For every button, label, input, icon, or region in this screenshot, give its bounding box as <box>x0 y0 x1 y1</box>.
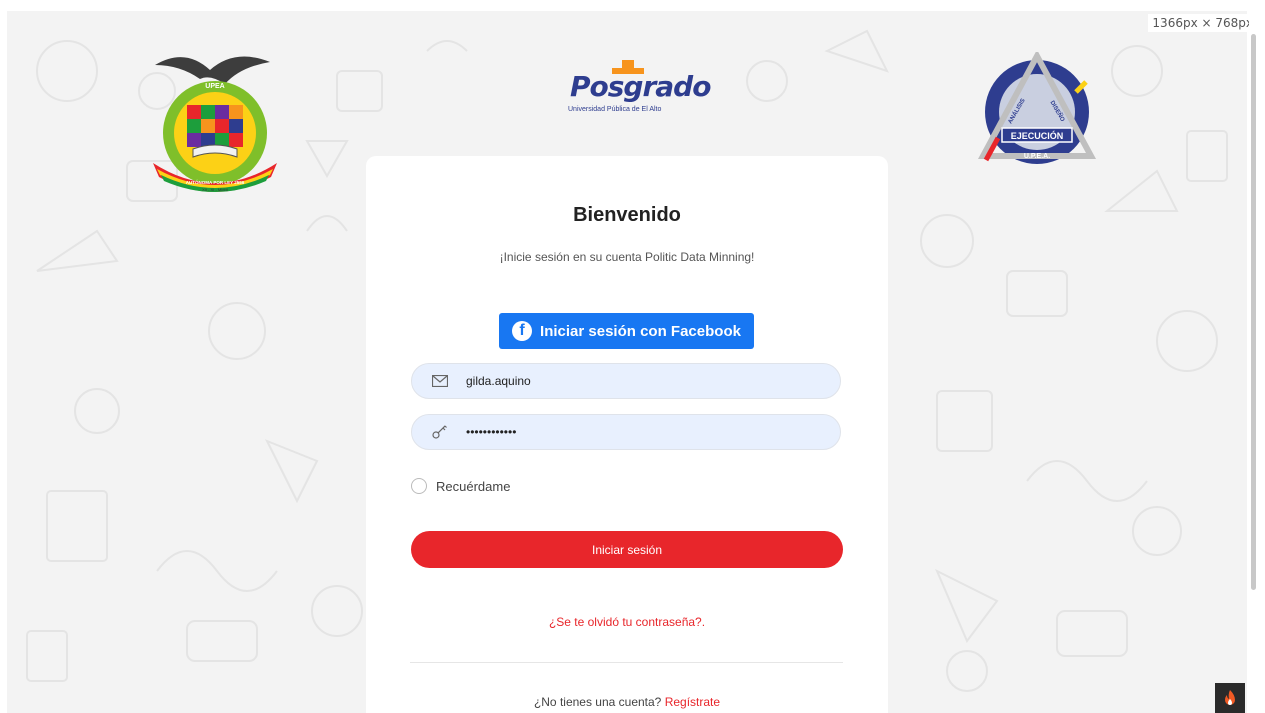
envelope-icon <box>432 375 452 387</box>
password-field[interactable] <box>411 414 841 450</box>
fire-icon <box>1225 690 1235 705</box>
remember-me-label: Recuérdame <box>436 478 511 494</box>
upea-logo-date: XII - XI - MMIII <box>202 187 228 192</box>
upea-logo-ribbon: AUTÓNOMA POR LEY 2556 <box>186 178 245 185</box>
page-title: Bienvenido <box>573 204 681 226</box>
remember-me[interactable]: Recuérdame <box>411 478 510 494</box>
register-link[interactable]: Regístrate <box>665 695 720 709</box>
facebook-icon: f <box>512 321 533 341</box>
remember-me-radio[interactable] <box>411 478 427 494</box>
register-prompt: ¿No tienes una cuenta? Regístrate <box>366 695 888 709</box>
sistemas-bottom: U.P.E.A. <box>1024 153 1050 160</box>
fire-icon-button[interactable] <box>1215 683 1245 713</box>
upea-logo-top: UPEA <box>205 83 224 90</box>
login-button[interactable]: Iniciar sesión <box>411 531 843 568</box>
key-icon <box>432 425 452 439</box>
username-input[interactable] <box>466 374 796 388</box>
posgrado-wordmark: Posgrado <box>570 70 711 103</box>
posgrado-subtitle: Universidad Pública de El Alto <box>568 106 662 113</box>
login-subtitle: ¡Inicie sesión en su cuenta Politic Data… <box>499 250 755 264</box>
password-input[interactable] <box>466 425 796 439</box>
divider <box>410 662 843 663</box>
sistemas-logo: EJECUCIÓN U.P.E.A. ANÁLISIS DISEÑO <box>978 52 1097 164</box>
login-card: Bienvenido ¡Inicie sesión en su cuenta P… <box>366 156 888 713</box>
facebook-login-label: Iniciar sesión con Facebook <box>540 322 741 340</box>
username-field[interactable] <box>411 363 841 399</box>
forgot-password-link[interactable]: ¿Se te olvidó tu contraseña?. <box>366 615 888 629</box>
facebook-login-button[interactable]: f Iniciar sesión con Facebook <box>499 313 754 349</box>
upea-logo: UPEA AUTÓNOMA POR LEY 2556 XII - XI - MM… <box>153 56 277 192</box>
scrollbar-thumb[interactable] <box>1251 34 1256 590</box>
no-account-text: ¿No tienes una cuenta? <box>533 695 662 709</box>
dimension-badge: 1366px × 768px <box>1148 14 1257 32</box>
posgrado-logo: Posgrado Universidad Pública de El Alto <box>560 58 711 118</box>
sistemas-banner: EJECUCIÓN <box>1011 130 1064 141</box>
